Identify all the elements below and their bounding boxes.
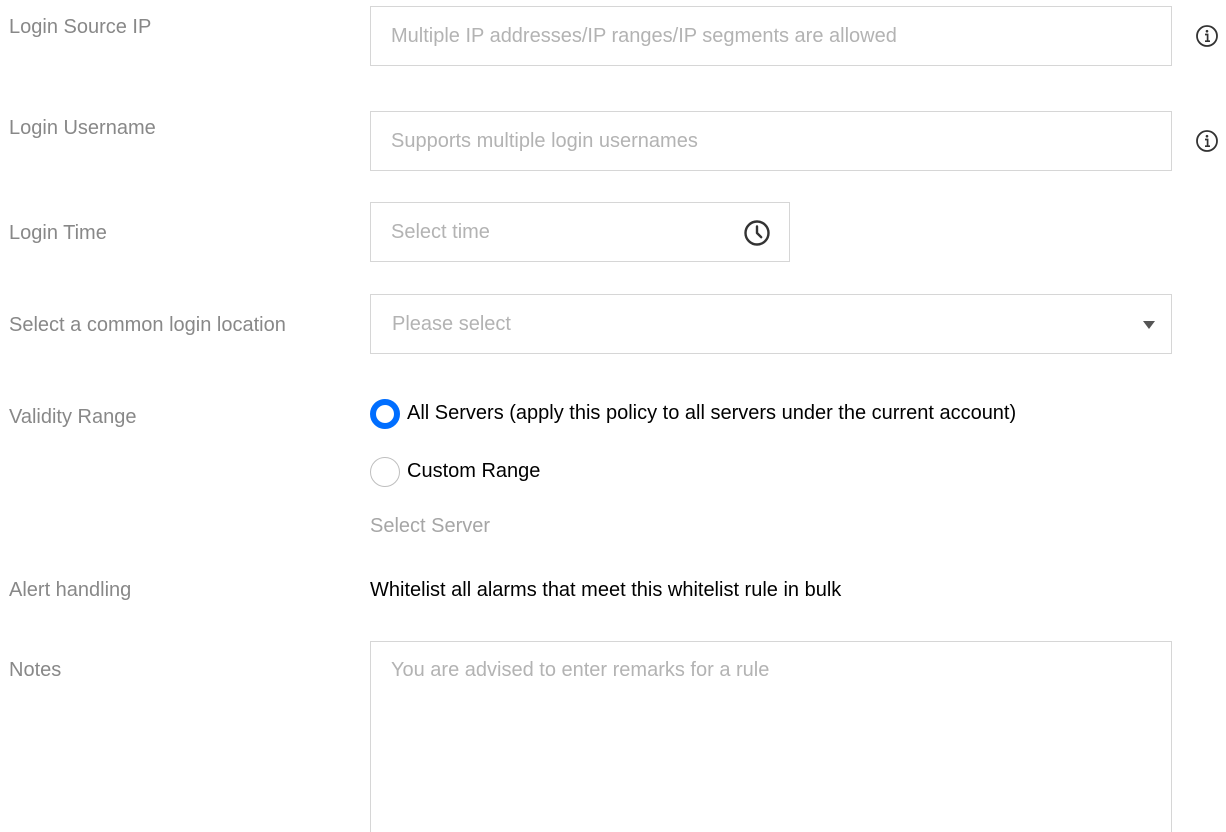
radio-button-checked[interactable] <box>370 399 400 429</box>
info-circle-icon[interactable] <box>1195 129 1219 153</box>
info-circle-icon[interactable] <box>1195 24 1219 48</box>
login-time-input[interactable] <box>371 203 789 261</box>
common-location-select[interactable]: Please select <box>370 294 1172 354</box>
validity-range-label: Validity Range <box>9 406 137 428</box>
radio-custom-range[interactable]: Custom Range <box>370 457 590 487</box>
caret-down-icon <box>1143 321 1155 329</box>
notes-label: Notes <box>9 659 62 681</box>
login-time-label: Login Time <box>9 222 107 244</box>
radio-button-unchecked[interactable] <box>370 457 400 487</box>
common-location-label: Select a common login location <box>9 314 286 336</box>
radio-custom-range-label: Custom Range <box>407 460 541 482</box>
radio-all-servers-label: All Servers (apply this policy to all se… <box>407 402 1017 424</box>
login-source-ip-input[interactable] <box>370 6 1172 66</box>
alert-handling-label: Alert handling <box>9 579 132 601</box>
select-server-link: Select Server <box>370 515 491 537</box>
login-time-picker[interactable] <box>370 202 790 262</box>
login-username-label: Login Username <box>9 117 156 139</box>
clock-icon[interactable] <box>743 219 771 247</box>
common-location-selected: Please select <box>392 313 511 335</box>
login-username-input[interactable] <box>370 111 1172 171</box>
radio-all-servers[interactable]: All Servers (apply this policy to all se… <box>370 399 1130 429</box>
notes-textarea[interactable] <box>370 641 1172 832</box>
alert-handling-text: Whitelist all alarms that meet this whit… <box>370 579 842 601</box>
login-source-ip-label: Login Source IP <box>9 16 152 38</box>
